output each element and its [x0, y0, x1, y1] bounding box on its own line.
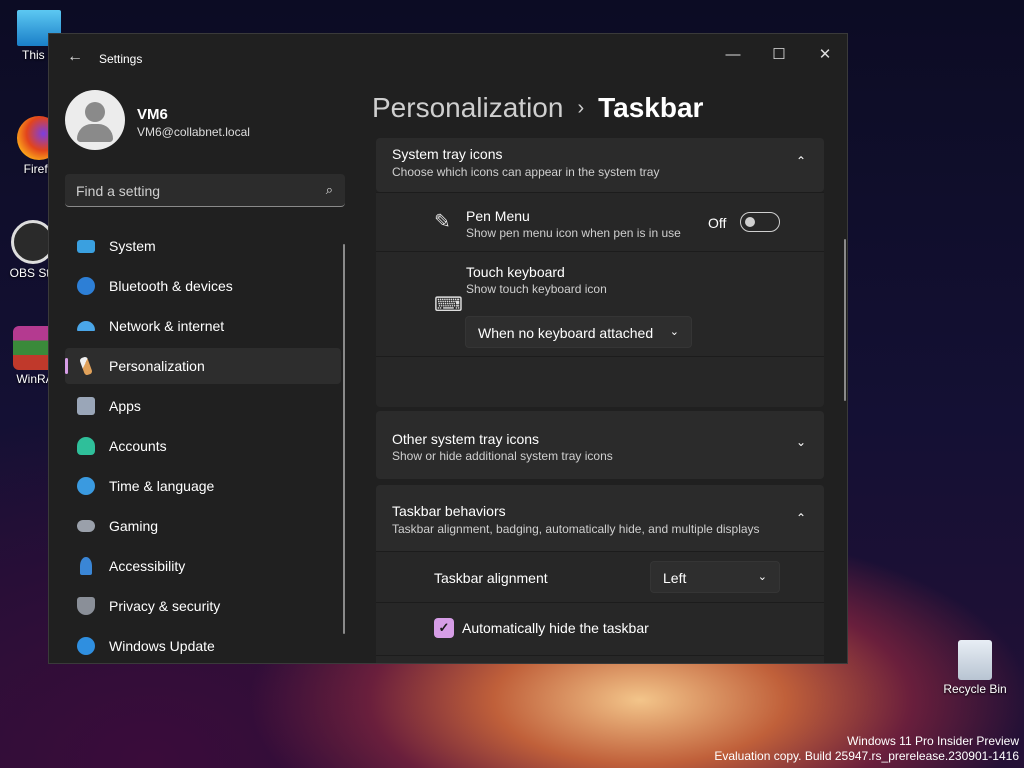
sidebar-item-system[interactable]: System — [65, 228, 341, 264]
section-subtitle: Taskbar alignment, badging, automaticall… — [392, 522, 760, 536]
sidebar-item-bluetooth[interactable]: Bluetooth & devices — [65, 268, 341, 304]
chevron-down-icon[interactable]: ⌄ — [796, 435, 806, 449]
gamepad-icon — [77, 520, 95, 532]
sidebar-item-personalization[interactable]: Personalization — [65, 348, 341, 384]
avatar — [65, 90, 125, 150]
sidebar-item-windows-update[interactable]: Windows Update — [65, 628, 341, 663]
sidebar-item-accessibility[interactable]: Accessibility — [65, 548, 341, 584]
taskbar-alignment-row: Taskbar alignment Left ⌄ — [376, 552, 824, 602]
watermark-line-2: Evaluation copy. Build 25947.rs_prerelea… — [714, 749, 1019, 763]
sidebar-item-label: Gaming — [109, 518, 159, 534]
sidebar-item-label: Network & internet — [109, 318, 225, 334]
sidebar-item-label: Bluetooth & devices — [109, 278, 233, 294]
section-title: Taskbar behaviors — [392, 503, 506, 519]
empty-row — [376, 357, 824, 407]
minimize-button[interactable]: — — [710, 40, 756, 70]
title-bar: ← Settings — ☐ ✕ — [49, 34, 847, 82]
desktop-icon-label: Recycle Bin — [943, 682, 1007, 696]
user-email: VM6@collabnet.local — [137, 125, 250, 139]
sidebar-item-gaming[interactable]: Gaming — [65, 508, 341, 544]
search-placeholder: Find a setting — [76, 183, 161, 199]
chevron-down-icon: ⌄ — [757, 571, 767, 583]
taskbar-alignment-dropdown[interactable]: Left ⌄ — [650, 561, 780, 593]
system-icon — [77, 240, 95, 253]
search-icon[interactable]: ⌕ — [326, 182, 333, 198]
system-tray-icons-header[interactable]: System tray icons Choose which icons can… — [376, 138, 824, 192]
settings-window: ← Settings — ☐ ✕ VM6 VM6@collabnet.local… — [48, 33, 848, 664]
sidebar-item-label: Personalization — [109, 358, 205, 374]
sidebar-item-label: Accessibility — [109, 558, 186, 574]
section-title: System tray icons — [392, 146, 503, 162]
pen-icon: ✎ — [434, 211, 451, 233]
update-icon — [77, 637, 95, 655]
sidebar-item-privacy[interactable]: Privacy & security — [65, 588, 341, 624]
taskbar-alignment-label: Taskbar alignment — [434, 570, 548, 586]
autohide-checkbox[interactable]: ✓ — [434, 618, 454, 638]
user-name: VM6 — [137, 106, 168, 123]
keyboard-icon: ⌨ — [434, 294, 463, 316]
wifi-icon — [77, 321, 95, 331]
touch-keyboard-title: Touch keyboard — [466, 264, 565, 280]
search-input[interactable]: Find a setting ⌕ — [65, 174, 345, 207]
section-subtitle: Show or hide additional system tray icon… — [392, 449, 613, 463]
shield-icon — [77, 597, 95, 615]
dropdown-value: When no keyboard attached — [478, 325, 654, 341]
autohide-label: Automatically hide the taskbar — [462, 620, 649, 636]
sidebar-scrollbar[interactable] — [343, 244, 345, 634]
touch-keyboard-subtitle: Show touch keyboard icon — [466, 282, 607, 296]
watermark-line-1: Windows 11 Pro Insider Preview — [847, 734, 1019, 748]
taskbar-behaviors-header[interactable]: Taskbar behaviors Taskbar alignment, bad… — [376, 485, 824, 551]
section-subtitle: Choose which icons can appear in the sys… — [392, 165, 660, 179]
sidebar-item-accounts[interactable]: Accounts — [65, 428, 341, 464]
selection-indicator — [65, 358, 68, 374]
touch-keyboard-row: ⌨ Touch keyboard Show touch keyboard ico… — [376, 252, 824, 356]
content-scrollbar[interactable] — [844, 239, 846, 401]
sidebar-item-network[interactable]: Network & internet — [65, 308, 341, 344]
breadcrumb: Personalization › Taskbar — [372, 92, 703, 124]
globe-clock-icon — [77, 477, 95, 495]
sidebar-item-label: Apps — [109, 398, 141, 414]
sidebar-nav: System Bluetooth & devices Network & int… — [65, 228, 341, 663]
section-title: Other system tray icons — [392, 431, 540, 447]
chevron-up-icon[interactable]: ⌃ — [796, 154, 806, 168]
person-icon — [77, 437, 95, 455]
dropdown-value: Left — [663, 570, 687, 586]
sidebar-item-label: Accounts — [109, 438, 167, 454]
chevron-down-icon: ⌄ — [669, 326, 679, 338]
next-row — [376, 656, 824, 663]
brush-icon — [79, 356, 93, 376]
breadcrumb-parent[interactable]: Personalization — [372, 92, 563, 123]
sidebar-item-apps[interactable]: Apps — [65, 388, 341, 424]
sidebar-item-label: Privacy & security — [109, 598, 221, 614]
bluetooth-icon — [77, 277, 95, 295]
pen-menu-title: Pen Menu — [466, 208, 530, 224]
pen-menu-row: ✎ Pen Menu Show pen menu icon when pen i… — [376, 193, 824, 251]
close-button[interactable]: ✕ — [802, 40, 847, 70]
pen-menu-state: Off — [708, 215, 727, 231]
other-tray-icons-header[interactable]: Other system tray icons Show or hide add… — [376, 411, 824, 479]
autohide-row: ✓ Automatically hide the taskbar — [376, 603, 824, 655]
desktop-icon-recycle-bin[interactable]: Recycle Bin — [940, 640, 1010, 696]
pen-menu-toggle[interactable] — [740, 212, 780, 232]
page-title: Taskbar — [598, 92, 704, 123]
accessibility-icon — [80, 557, 92, 575]
touch-keyboard-dropdown[interactable]: When no keyboard attached ⌄ — [465, 316, 692, 348]
sidebar-item-label: Time & language — [109, 478, 215, 494]
window-title: Settings — [99, 52, 143, 66]
chevron-up-icon[interactable]: ⌃ — [796, 511, 806, 525]
breadcrumb-separator-icon: › — [577, 97, 585, 119]
back-arrow-icon[interactable]: ← — [65, 48, 85, 68]
apps-icon — [77, 397, 95, 415]
sidebar-item-time-language[interactable]: Time & language — [65, 468, 341, 504]
sidebar-item-label: Windows Update — [109, 638, 215, 654]
maximize-button[interactable]: ☐ — [756, 40, 802, 70]
sidebar-item-label: System — [109, 238, 156, 254]
pen-menu-subtitle: Show pen menu icon when pen is in use — [466, 226, 681, 240]
recycle-bin-icon — [958, 640, 992, 680]
